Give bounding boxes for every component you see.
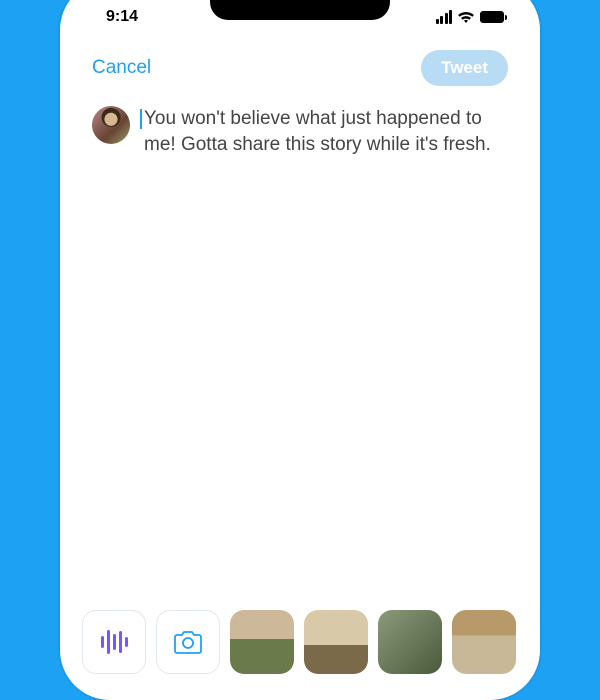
status-time: 9:14: [106, 8, 138, 26]
phone-frame: 9:14 Cancel Tweet You won't believe what…: [60, 0, 540, 700]
compose-header: Cancel Tweet: [72, 32, 528, 96]
compose-area: You won't believe what just happened to …: [72, 96, 528, 167]
media-bar: [72, 600, 528, 688]
gallery-thumbnail[interactable]: [452, 610, 516, 674]
camera-icon: [173, 629, 203, 655]
cellular-signal-icon: [436, 10, 453, 24]
gallery-thumbnail[interactable]: [304, 610, 368, 674]
battery-icon: [480, 11, 504, 23]
wifi-icon: [457, 10, 475, 24]
gallery-thumbnail[interactable]: [378, 610, 442, 674]
status-icons: [436, 10, 505, 24]
device-notch: [210, 0, 390, 20]
gallery-thumbnail[interactable]: [230, 610, 294, 674]
text-cursor: [140, 109, 142, 129]
voice-tweet-button[interactable]: [82, 610, 146, 674]
voice-waveform-icon: [101, 630, 128, 654]
tweet-button[interactable]: Tweet: [421, 50, 508, 86]
avatar: [92, 106, 130, 144]
cancel-button[interactable]: Cancel: [92, 57, 151, 79]
tweet-text-input[interactable]: You won't believe what just happened to …: [140, 106, 508, 157]
tweet-text-wrap[interactable]: You won't believe what just happened to …: [140, 106, 508, 157]
camera-button[interactable]: [156, 610, 220, 674]
